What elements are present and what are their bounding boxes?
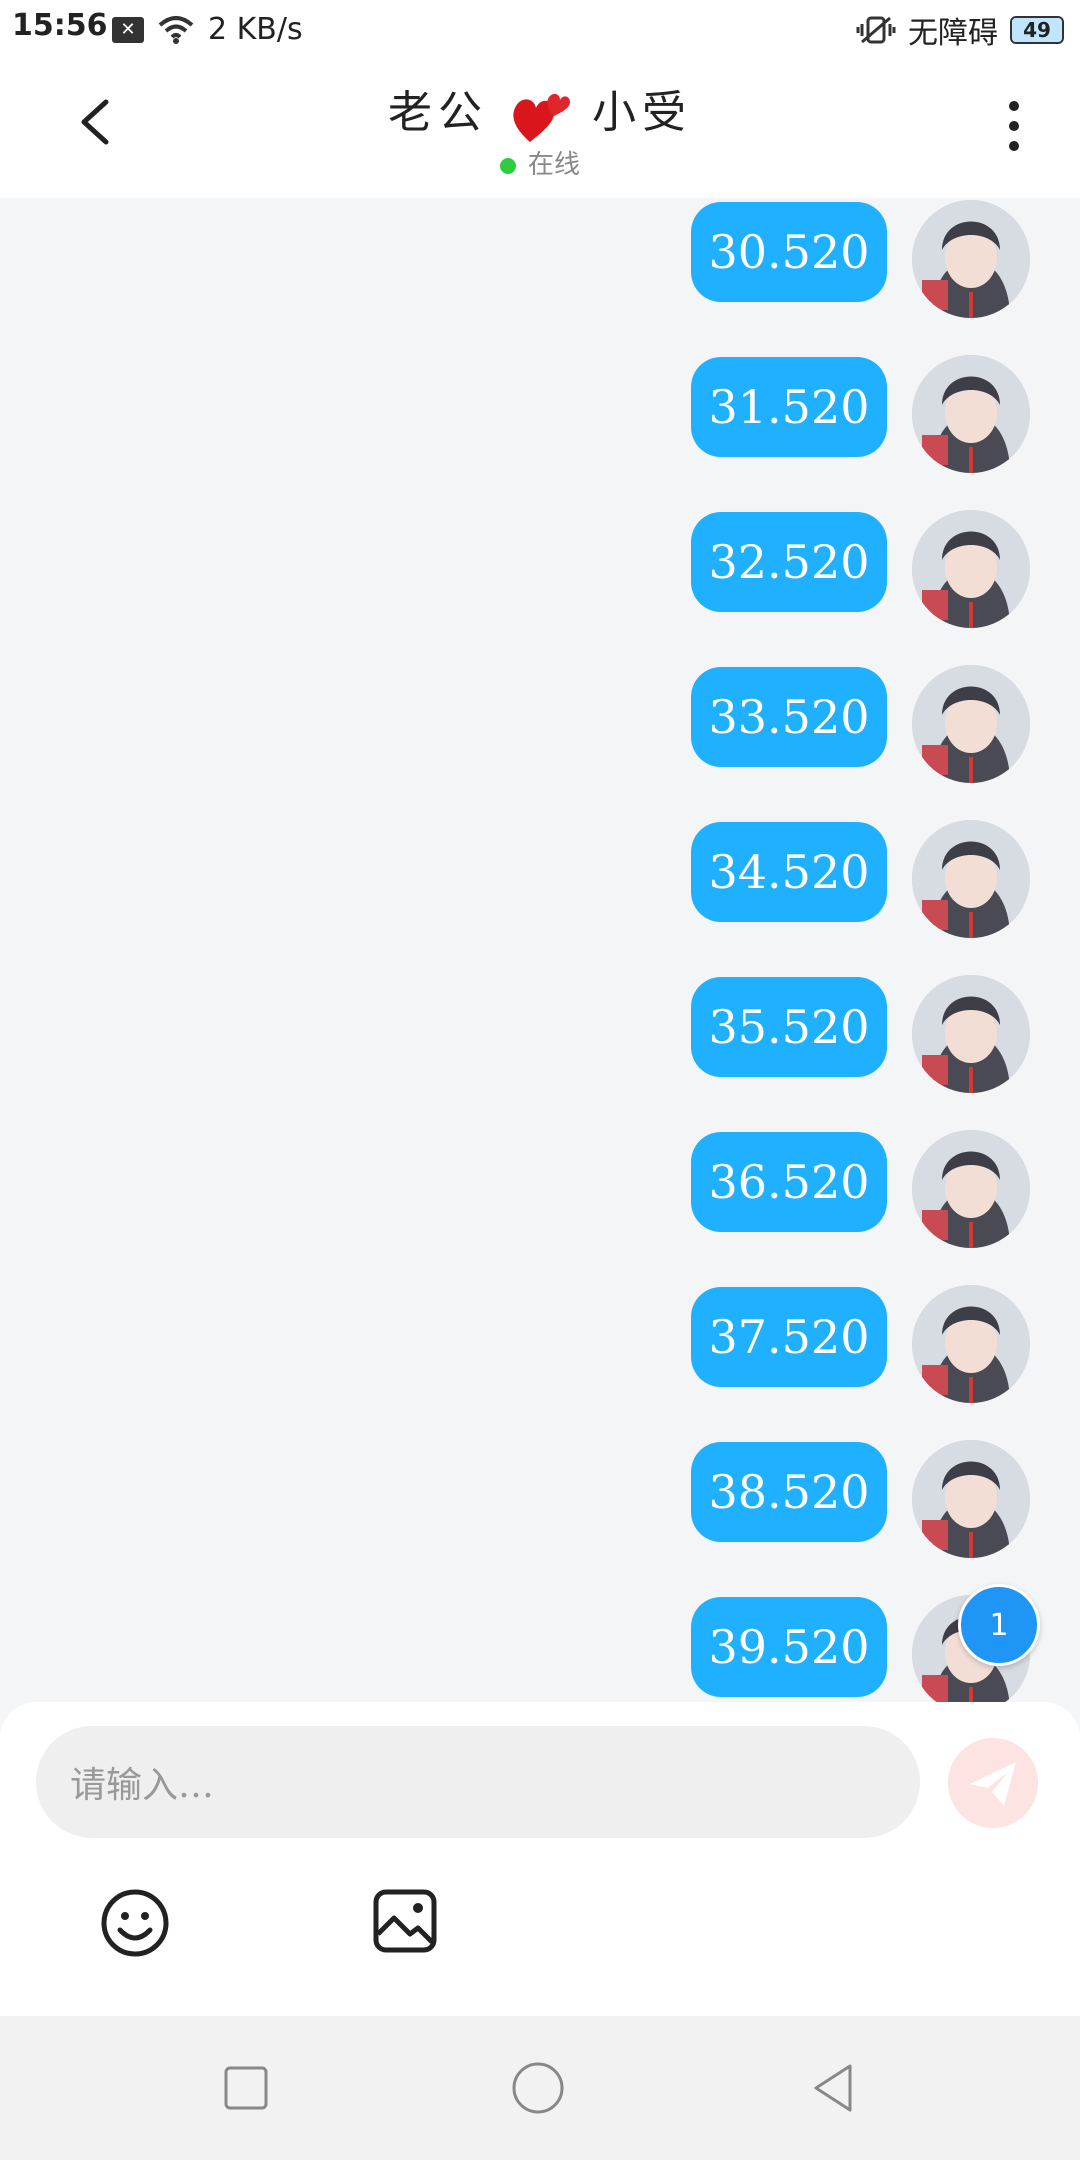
message-composer: 请输入… (0, 1702, 1080, 2016)
message-input[interactable]: 请输入… (36, 1726, 920, 1838)
notification-x-icon: ✕ (112, 16, 144, 43)
message-bubble[interactable]: 34.520 (691, 822, 887, 922)
recents-square-icon[interactable] (218, 2060, 274, 2116)
online-text: 在线 (527, 150, 580, 180)
online-dot (499, 157, 516, 174)
avatar[interactable] (912, 1130, 1030, 1248)
message-item: 32.520 (0, 508, 1080, 638)
vibrate-icon (856, 16, 896, 44)
chat-title: 老公 小受 (0, 76, 1080, 146)
home-circle-icon[interactable] (510, 2060, 566, 2116)
message-item: 38.520 (0, 1438, 1080, 1568)
message-bubble[interactable]: 31.520 (691, 357, 887, 457)
message-bubble[interactable]: 33.520 (691, 667, 887, 767)
message-list[interactable]: 30.520 31.520 32.520 33.520 34.520 35.52… (0, 198, 1080, 1706)
send-button[interactable] (948, 1738, 1038, 1828)
message-bubble[interactable]: 30.520 (691, 202, 887, 302)
message-item: 30.520 (0, 198, 1080, 328)
online-status: 在线 (0, 144, 1080, 181)
accessibility-label: 无障碍 (908, 16, 998, 51)
more-options-icon[interactable] (994, 96, 1034, 156)
wifi-icon (158, 15, 194, 44)
system-navigation-bar (0, 2016, 1080, 2160)
image-icon[interactable] (372, 1888, 438, 1954)
avatar[interactable] (912, 510, 1030, 628)
avatar[interactable] (912, 1440, 1030, 1558)
message-item: 37.520 (0, 1283, 1080, 1413)
message-item: 35.520 (0, 973, 1080, 1103)
battery-icon: 49 (1010, 16, 1064, 44)
title-part1: 老公 (388, 87, 488, 138)
message-item: 34.520 (0, 818, 1080, 948)
avatar[interactable] (912, 665, 1030, 783)
status-time: 15:56 (12, 8, 108, 43)
message-bubble[interactable]: 36.520 (691, 1132, 887, 1232)
avatar[interactable] (912, 1285, 1030, 1403)
avatar[interactable] (912, 200, 1030, 318)
paper-plane-icon (970, 1762, 1016, 1806)
title-part2: 小受 (592, 87, 692, 138)
back-triangle-icon[interactable] (806, 2060, 862, 2116)
message-bubble[interactable]: 32.520 (691, 512, 887, 612)
input-placeholder: 请输入… (70, 1765, 215, 1806)
avatar[interactable] (912, 820, 1030, 938)
message-item: 36.520 (0, 1128, 1080, 1258)
net-speed: 2 KB/s (208, 12, 303, 47)
message-bubble[interactable]: 38.520 (691, 1442, 887, 1542)
emoji-icon[interactable] (100, 1888, 170, 1958)
chat-header: 老公 小受 在线 (0, 56, 1080, 198)
message-item: 33.520 (0, 663, 1080, 793)
message-bubble[interactable]: 37.520 (691, 1287, 887, 1387)
message-bubble[interactable]: 39.520 (691, 1597, 887, 1697)
avatar[interactable] (912, 355, 1030, 473)
unread-count-badge[interactable]: 1 (958, 1584, 1040, 1666)
heart-icon (513, 93, 570, 142)
message-item: 39.520 (0, 1593, 1080, 1706)
message-item: 31.520 (0, 353, 1080, 483)
battery-level: 49 (1012, 18, 1062, 42)
status-bar: 15:56 ✕ 2 KB/s 无障碍 49 (0, 0, 1080, 56)
message-bubble[interactable]: 35.520 (691, 977, 887, 1077)
avatar[interactable] (912, 975, 1030, 1093)
